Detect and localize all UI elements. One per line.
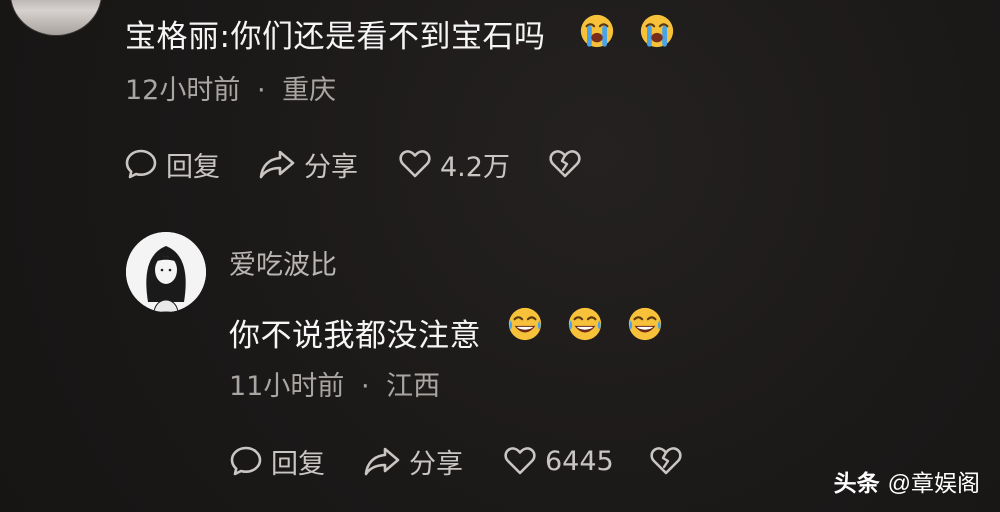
reply-action-bar: 回复 分享 6445 (229, 441, 709, 481)
comment-action-bar: 回复 分享 4.2万 (124, 144, 604, 184)
like-count: 4.2万 (440, 151, 510, 183)
watermark-brand: 头条 (833, 470, 880, 496)
share-arrow-icon (364, 447, 400, 476)
broken-heart-icon (549, 150, 581, 178)
reply-time: 11小时前 (229, 371, 345, 402)
meta-separator: · (256, 75, 266, 106)
heart-icon (504, 447, 536, 475)
share-label: 分享 (409, 448, 463, 480)
reply-text: 你不说我都没注意 (229, 318, 481, 354)
comment-location: 重庆 (282, 75, 337, 106)
tears-of-joy-face-icon (568, 307, 602, 341)
meta-separator: · (360, 371, 370, 402)
like-button[interactable]: 4.2万 (398, 144, 510, 184)
share-button[interactable]: 分享 (363, 441, 463, 481)
tears-of-joy-face-icon (628, 307, 662, 341)
comment-text: 宝格丽:你们还是看不到宝石吗 (125, 19, 546, 55)
loudly-crying-face-icon (580, 14, 614, 48)
replier-avatar[interactable] (126, 232, 206, 312)
reply-label: 回复 (166, 151, 220, 183)
commenter-avatar[interactable] (10, 0, 102, 36)
loudly-crying-face-icon (640, 14, 674, 48)
like-count: 6445 (545, 445, 614, 477)
reply-location: 江西 (386, 371, 441, 402)
comment-bubble-icon (230, 446, 262, 476)
comment-thread: 宝格丽:你们还是看不到宝石吗 12小时前 · 重庆 回复 分享 4.2万 爱吃波… (0, 0, 1000, 512)
watermark: 头条 @章娱阁 (834, 464, 980, 498)
share-button[interactable]: 分享 (258, 144, 358, 184)
watermark-handle: @章娱阁 (887, 470, 980, 496)
reply-label: 回复 (271, 448, 325, 480)
tears-of-joy-face-icon (508, 307, 542, 341)
share-label: 分享 (304, 151, 358, 183)
reply-button[interactable]: 回复 (229, 441, 325, 481)
reply-button[interactable]: 回复 (124, 144, 220, 184)
replier-username[interactable]: 爱吃波比 (229, 243, 337, 282)
dislike-button[interactable] (649, 441, 683, 481)
heart-icon (399, 150, 431, 178)
broken-heart-icon (650, 447, 682, 475)
comment-time: 12小时前 (125, 75, 241, 106)
reply-meta: 11小时前 · 江西 (229, 364, 440, 403)
comment-bubble-icon (125, 149, 157, 179)
share-arrow-icon (259, 150, 295, 179)
dislike-button[interactable] (548, 144, 582, 184)
anime-girl-avatar-icon (126, 232, 206, 312)
like-button[interactable]: 6445 (503, 441, 614, 481)
comment-meta: 12小时前 · 重庆 (125, 68, 336, 107)
